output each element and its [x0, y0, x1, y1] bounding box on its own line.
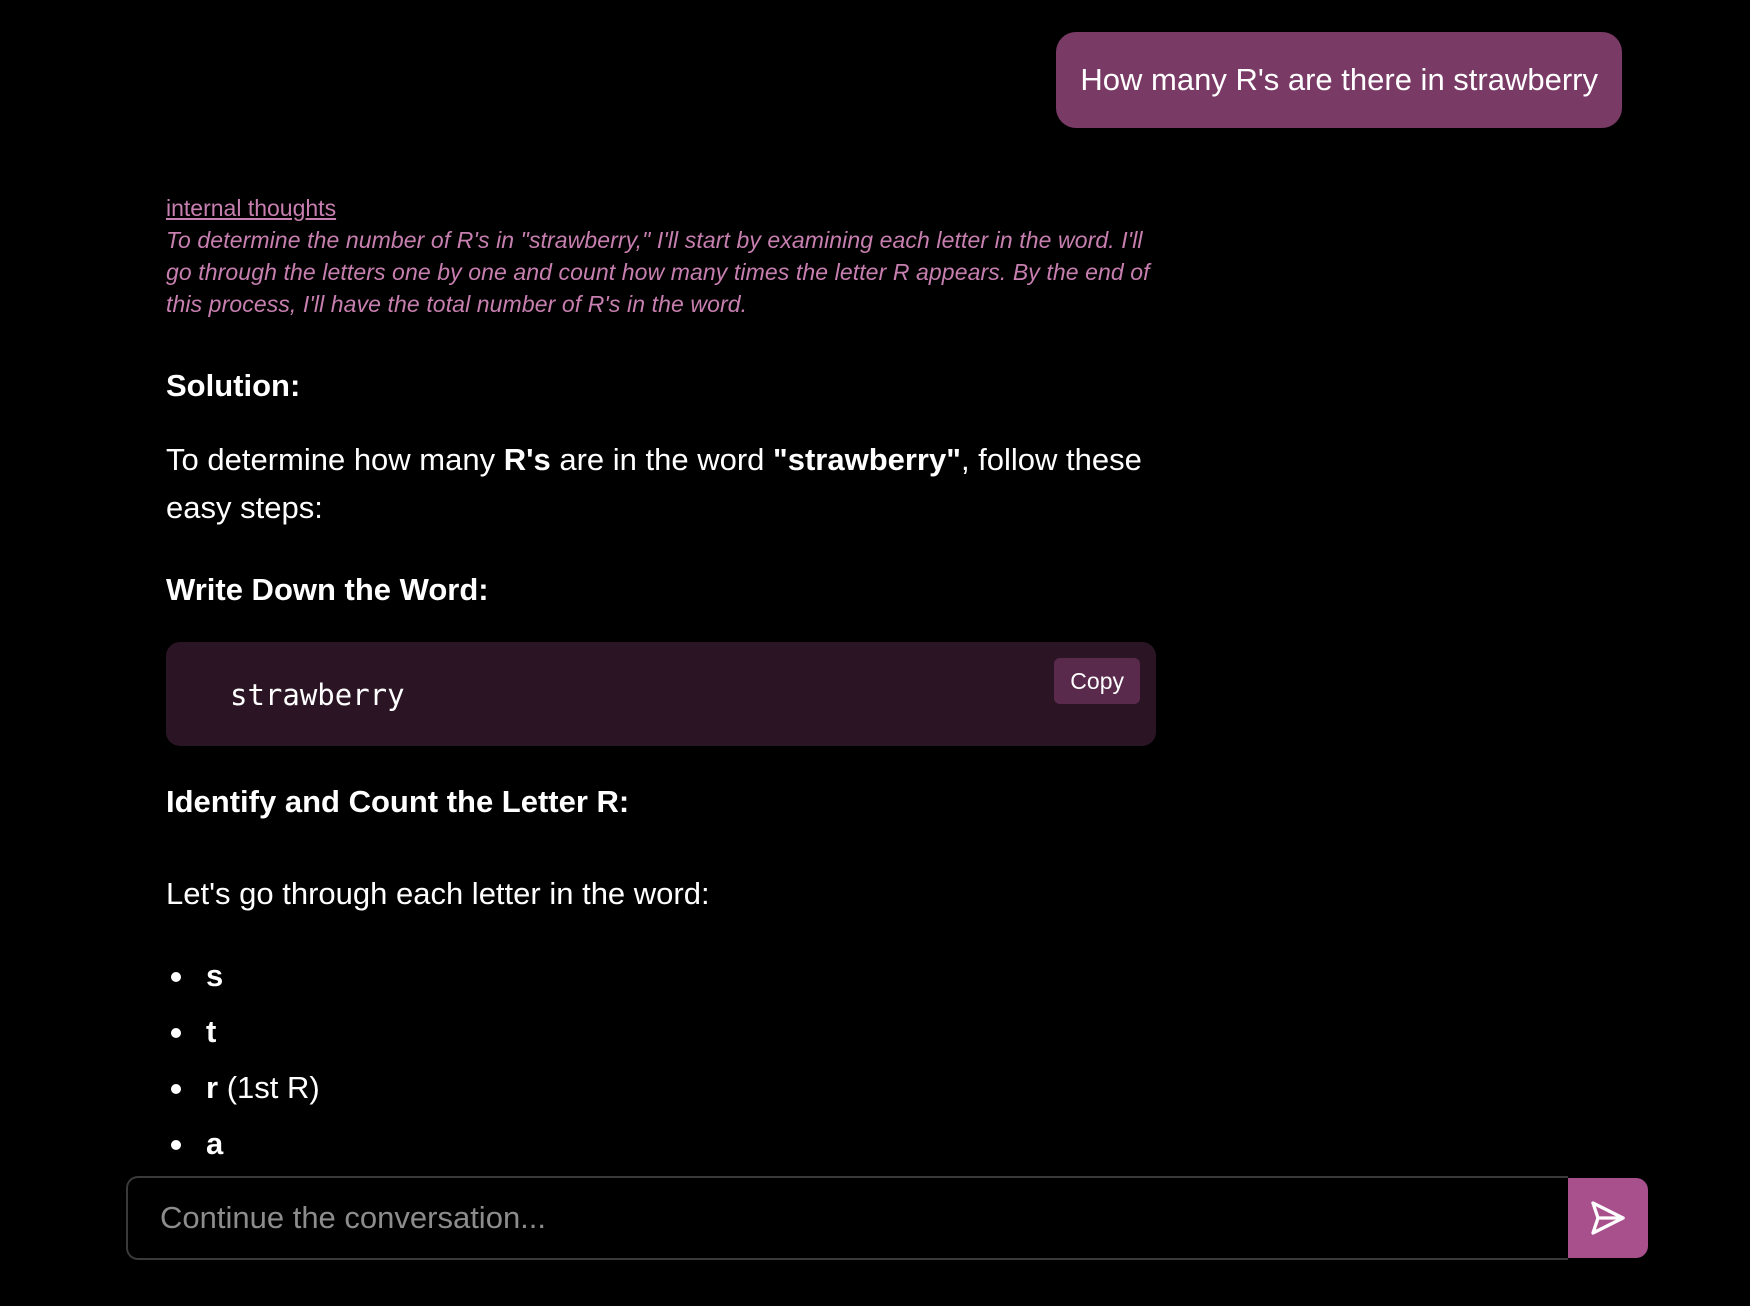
letter-note: (1st R)	[218, 1070, 320, 1105]
send-button[interactable]	[1568, 1178, 1648, 1258]
send-arrow-icon	[1588, 1198, 1628, 1238]
letters-intro: Let's go through each letter in the word…	[166, 876, 710, 911]
letter-list: s t r (1st R) a	[166, 948, 1156, 1172]
code-block: strawberry Copy	[166, 642, 1156, 746]
intro-text-2: are in the word	[550, 442, 774, 477]
message-input[interactable]	[126, 1176, 1568, 1260]
letter: r	[206, 1070, 219, 1105]
copy-button[interactable]: Copy	[1054, 658, 1140, 704]
user-message-bubble: How many R's are there in strawberry	[1056, 32, 1622, 128]
identify-count-heading: Identify and Count the Letter R:	[166, 784, 630, 819]
intro-bold-strawberry: "strawberry"	[773, 442, 961, 477]
intro-text-1: To determine how many	[166, 442, 504, 477]
code-text: strawberry	[230, 678, 405, 712]
composer	[126, 1176, 1648, 1260]
letter: s	[206, 958, 224, 993]
write-word-heading: Write Down the Word:	[166, 572, 489, 607]
list-item: t	[166, 1004, 1156, 1060]
intro-paragraph: To determine how many R's are in the wor…	[166, 436, 1156, 532]
chat-page: How many R's are there in strawberry int…	[0, 0, 1750, 1306]
list-item: r (1st R)	[166, 1060, 1156, 1116]
letter: t	[206, 1014, 217, 1049]
user-message-text: How many R's are there in strawberry	[1080, 62, 1598, 97]
solution-heading: Solution:	[166, 368, 301, 403]
internal-thoughts-text: To determine the number of R's in "straw…	[166, 227, 1150, 317]
list-item: s	[166, 948, 1156, 1004]
intro-bold-rs: R's	[503, 442, 551, 477]
internal-thoughts-toggle[interactable]: internal thoughts	[166, 192, 336, 224]
assistant-message: internal thoughts To determine the numbe…	[166, 192, 1156, 1172]
list-item: a	[166, 1116, 1156, 1172]
letter: a	[206, 1126, 224, 1161]
